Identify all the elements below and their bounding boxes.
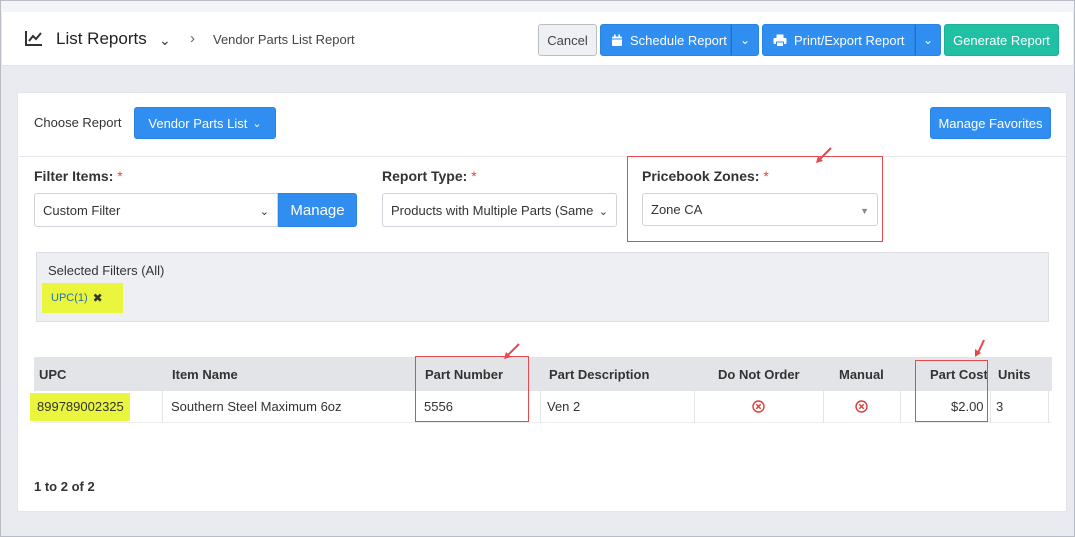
chevron-down-icon: ⌄ bbox=[252, 117, 262, 130]
column-header-part-number[interactable]: Part Number bbox=[425, 367, 503, 382]
report-type-label: Report Type: * bbox=[382, 168, 477, 184]
pricebook-zones-select[interactable]: Zone CA ▼ bbox=[642, 193, 878, 226]
schedule-dropdown-toggle[interactable]: ⌄ bbox=[731, 24, 759, 56]
x-circle-icon bbox=[752, 400, 765, 413]
top-strip bbox=[0, 0, 1075, 12]
filter-items-label: Filter Items: * bbox=[34, 168, 123, 184]
chevron-down-icon: ⌄ bbox=[922, 33, 934, 47]
page-title[interactable]: List Reports bbox=[56, 29, 147, 49]
pagination-summary: 1 to 2 of 2 bbox=[34, 479, 95, 494]
column-divider bbox=[694, 391, 695, 423]
report-type-select[interactable]: Products with Multiple Parts (Same ⌄ bbox=[382, 193, 617, 227]
printer-icon bbox=[773, 34, 787, 47]
page-header: List Reports ⌄ › Vendor Parts List Repor… bbox=[2, 12, 1073, 66]
print-export-dropdown-toggle[interactable]: ⌄ bbox=[915, 24, 941, 56]
column-header-manual[interactable]: Manual bbox=[839, 367, 884, 382]
pricebook-zones-value: Zone CA bbox=[651, 202, 703, 217]
required-mark: * bbox=[471, 168, 477, 184]
chevron-down-icon: ⌄ bbox=[739, 33, 751, 47]
column-header-part-cost[interactable]: Part Cost bbox=[930, 367, 988, 382]
cell-part-number: 5556 bbox=[424, 399, 453, 414]
column-divider bbox=[990, 391, 991, 423]
chevron-down-icon: ⌄ bbox=[598, 206, 608, 218]
chart-line-icon bbox=[25, 31, 42, 46]
close-icon[interactable]: ✖ bbox=[93, 291, 103, 305]
caret-down-icon: ▼ bbox=[860, 206, 869, 216]
print-export-button[interactable]: Print/Export Report bbox=[762, 24, 915, 56]
chevron-down-icon: ⌄ bbox=[259, 206, 269, 218]
cancel-button[interactable]: Cancel bbox=[538, 24, 597, 56]
table-header: UPC Item Name Part Number Part Descripti… bbox=[34, 357, 1052, 391]
calendar-icon bbox=[612, 34, 622, 46]
selected-filters-panel: Selected Filters (All) UPC(1) ✖ bbox=[36, 252, 1049, 322]
column-divider bbox=[1048, 391, 1049, 423]
schedule-report-label: Schedule Report bbox=[630, 32, 727, 48]
manage-favorites-button[interactable]: Manage Favorites bbox=[930, 107, 1051, 139]
filter-items-value: Custom Filter bbox=[43, 202, 121, 218]
filter-items-select[interactable]: Custom Filter ⌄ bbox=[34, 193, 278, 227]
required-mark: * bbox=[117, 168, 123, 184]
column-divider bbox=[823, 391, 824, 423]
filter-chip-label: UPC(1) bbox=[51, 292, 88, 304]
cell-upc: 899789002325 bbox=[37, 399, 124, 414]
chevron-down-icon[interactable]: ⌄ bbox=[159, 32, 171, 49]
x-circle-icon bbox=[855, 400, 868, 413]
column-divider bbox=[162, 391, 163, 423]
required-mark: * bbox=[763, 168, 769, 184]
column-header-part-description[interactable]: Part Description bbox=[549, 367, 649, 382]
cancel-button-label: Cancel bbox=[547, 32, 588, 48]
pricebook-zones-label: Pricebook Zones: * bbox=[642, 168, 769, 184]
manage-favorites-label: Manage Favorites bbox=[938, 115, 1043, 131]
column-header-upc[interactable]: UPC bbox=[39, 367, 66, 382]
cell-units: 3 bbox=[996, 399, 1004, 414]
filter-chip-upc[interactable]: UPC(1) ✖ bbox=[42, 283, 123, 313]
choose-report-value: Vendor Parts List bbox=[148, 115, 248, 131]
manage-filter-button[interactable]: Manage bbox=[278, 193, 357, 227]
cell-part-cost: $2.00 bbox=[951, 399, 984, 414]
print-export-label: Print/Export Report bbox=[794, 32, 905, 48]
selected-filters-title: Selected Filters (All) bbox=[48, 263, 165, 278]
breadcrumb: Vendor Parts List Report bbox=[213, 32, 355, 47]
divider bbox=[18, 156, 1066, 157]
chevron-right-icon: › bbox=[190, 30, 195, 47]
generate-report-button[interactable]: Generate Report bbox=[944, 24, 1059, 56]
column-divider bbox=[900, 391, 901, 423]
schedule-report-button[interactable]: Schedule Report bbox=[600, 24, 731, 56]
choose-report-label: Choose Report bbox=[34, 115, 122, 130]
cell-part-description: Ven 2 bbox=[547, 399, 581, 414]
column-header-do-not-order[interactable]: Do Not Order bbox=[718, 367, 800, 382]
column-header-item-name[interactable]: Item Name bbox=[172, 367, 238, 382]
choose-report-dropdown[interactable]: Vendor Parts List ⌄ bbox=[134, 107, 276, 139]
cell-item-name: Southern Steel Maximum 6oz bbox=[171, 399, 342, 414]
report-type-value: Products with Multiple Parts (Same bbox=[391, 202, 594, 218]
generate-report-label: Generate Report bbox=[953, 32, 1050, 48]
report-card: Choose Report Vendor Parts List ⌄ Manage… bbox=[17, 92, 1067, 512]
table-row[interactable]: 899789002325 Southern Steel Maximum 6oz … bbox=[30, 391, 1052, 423]
column-divider bbox=[540, 391, 541, 423]
manage-filter-label: Manage bbox=[290, 201, 345, 219]
column-header-units[interactable]: Units bbox=[998, 367, 1031, 382]
